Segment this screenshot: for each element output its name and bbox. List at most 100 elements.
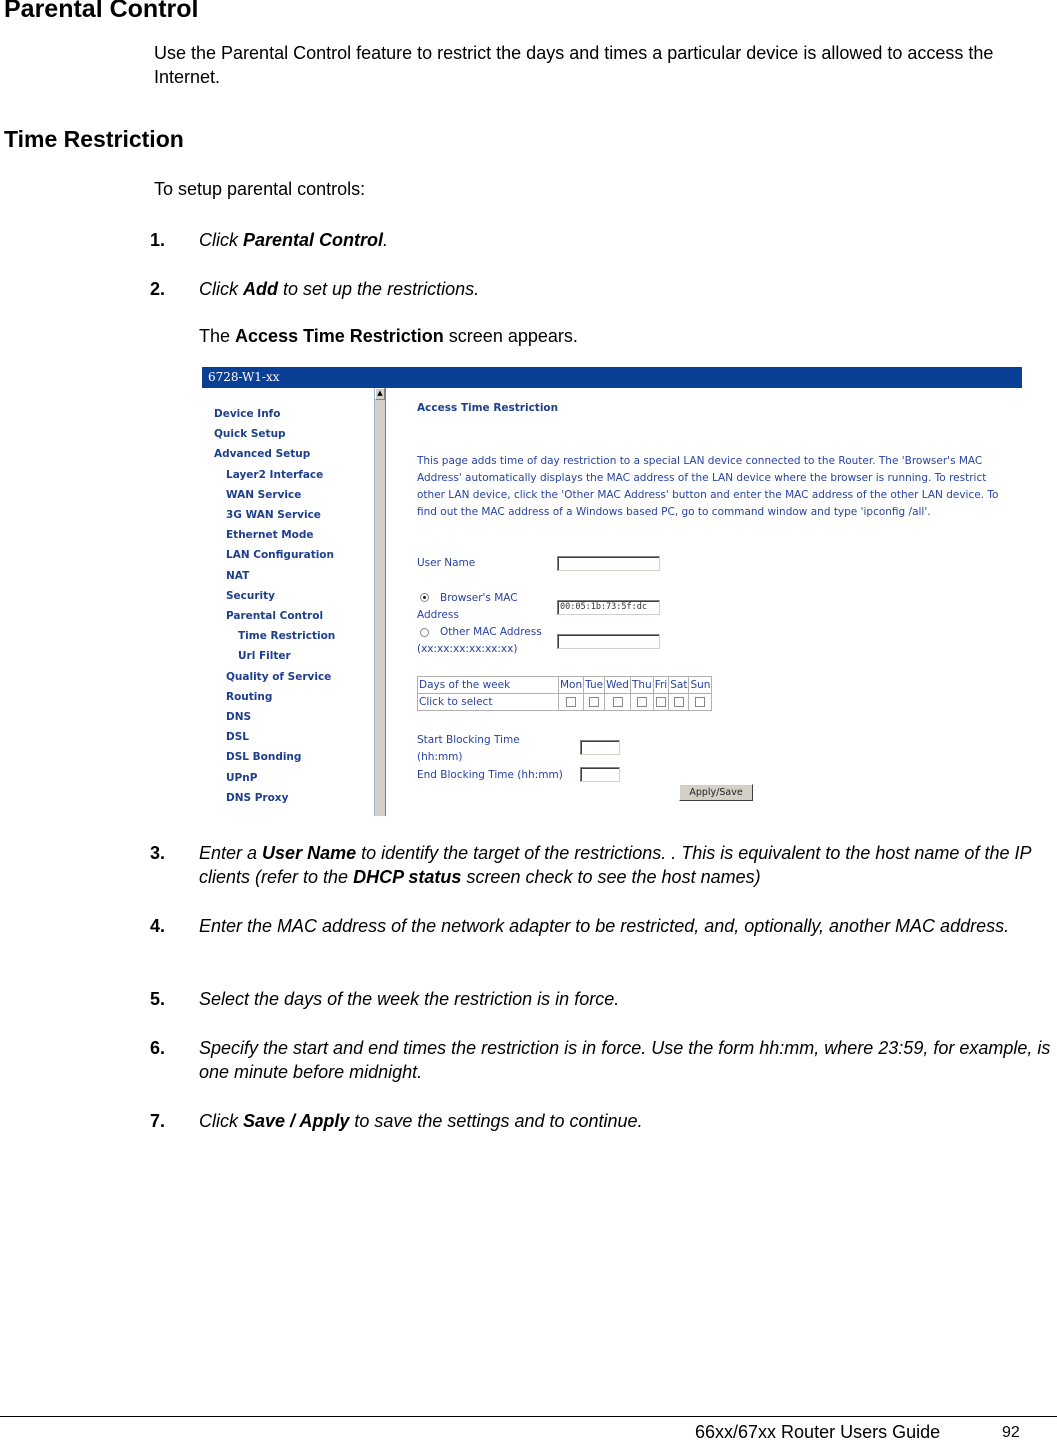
sidebar-scrollbar[interactable]: ▲ [374,388,386,816]
sidebar-item-layer2-interface[interactable]: Layer2 Interface [226,469,323,481]
sidebar-item-dsl[interactable]: DSL [226,731,249,743]
sidebar-item-time-restriction[interactable]: Time Restriction [238,630,335,642]
end-time-input[interactable] [580,767,620,782]
other-mac-hint: (xx:xx:xx:xx:xx:xx) [417,643,518,655]
step-emphasis: Add [243,279,278,299]
sidebar-item-security[interactable]: Security [226,590,275,602]
browser-mac-radio[interactable] [420,593,429,602]
scroll-up-arrow-icon[interactable]: ▲ [375,388,385,400]
step-text: Click Add to set up the restrictions. [199,277,1054,301]
sidebar-nav: Device Info Quick Setup Advanced Setup Laye… [202,388,374,816]
sidebar-item-routing[interactable]: Routing [226,691,272,703]
appears-bold: Access Time Restriction [235,326,444,346]
step-text-part: screen check to see the host names) [461,867,761,887]
sidebar-item-advanced-setup[interactable]: Advanced Setup [214,448,310,460]
day-cell-sun [688,693,713,711]
step-text-part: Select the days of the week the restrict… [199,989,620,1009]
step-number: 3. [150,843,166,863]
sidebar-item-3g-wan-service[interactable]: 3G WAN Service [226,509,321,521]
apply-save-button[interactable]: Apply/Save [679,784,753,801]
intro-paragraph: Use the Parental Control feature to rest… [154,43,994,87]
step-text: Select the days of the week the restrict… [199,987,1054,1011]
days-row-label: Click to select [417,693,559,711]
sidebar-item-wan-service[interactable]: WAN Service [226,489,301,501]
other-mac-label: Other MAC Address [440,626,542,638]
window-title-bar: 6728-W1-xx [202,367,1022,388]
other-mac-input[interactable] [557,634,660,649]
start-time-format: (hh:mm) [417,751,463,763]
sidebar-item-nat[interactable]: NAT [226,570,249,582]
step-text-part: to save the settings and to continue. [349,1111,643,1131]
section-heading: Time Restriction [4,126,184,152]
step-emphasis: User Name [262,843,357,863]
step-text: Click Save / Apply to save the settings … [199,1109,1054,1133]
sidebar-item-url-filter[interactable]: Url Filter [238,650,291,662]
day-checkbox-fri[interactable] [655,697,666,707]
day-checkbox-wed[interactable] [612,697,623,707]
day-checkbox-thu[interactable] [636,697,647,707]
days-select-row: Click to select [417,693,713,711]
step-number: 2. [150,279,166,299]
day-header-tue: Tue [583,676,606,694]
screen-appears-text: The Access Time Restriction screen appea… [199,326,578,347]
step-text: Enter a User Name to identify the target… [199,841,1054,889]
start-time-input[interactable] [580,740,620,755]
end-time-label: End Blocking Time (hh:mm) [417,769,563,781]
appears-pre: The [199,326,236,346]
step-text-part: Specify the start and end times the rest… [199,1038,1051,1082]
step-text-part: Click [199,1111,243,1131]
setup-text: To setup parental controls: [154,179,366,199]
day-header-sun: Sun [688,676,713,694]
step-number: 1. [150,230,166,250]
days-table: Days of the week Mon Tue Wed Thu Fri Sat Sun C… [417,676,713,711]
day-checkbox-sun[interactable] [695,697,706,707]
step-text-part: . [383,230,389,250]
day-cell-thu [629,693,654,711]
step-text-part: to set up the restrictions. [278,279,480,299]
day-cell-mon [557,693,585,711]
sidebar-item-lan-configuration[interactable]: LAN Configuration [226,549,334,561]
step-text-part: Enter a [199,843,263,863]
day-header-fri: Fri [652,676,670,694]
router-screenshot: 6728-W1-xx Device Info Quick Setup Advance… [202,367,1022,816]
step-emphasis: Parental Control [243,230,384,250]
step-text-part: Enter the MAC address of the network ada… [199,916,1010,936]
page-number: 92 [1002,1424,1020,1441]
sidebar-item-upnp[interactable]: UPnP [226,772,257,784]
sidebar-item-device-info[interactable]: Device Info [214,408,280,420]
step-text: Click Parental Control. [199,228,1054,252]
other-mac-radio[interactable] [420,628,429,637]
day-checkbox-mon[interactable] [566,697,577,707]
days-header-row: Days of the week Mon Tue Wed Thu Fri Sat Sun [417,676,713,694]
page-heading: Parental Control [4,0,199,23]
day-checkbox-sat[interactable] [673,697,684,707]
step-text-part: Click [199,279,243,299]
sidebar-item-quality-of-service[interactable]: Quality of Service [226,671,331,683]
sidebar-item-dsl-bonding[interactable]: DSL Bonding [226,751,301,763]
day-cell-wed [604,693,631,711]
sidebar-item-dns[interactable]: DNS [226,711,251,723]
sidebar-item-dns-proxy[interactable]: DNS Proxy [226,792,288,804]
sidebar-item-ethernet-mode[interactable]: Ethernet Mode [226,529,314,541]
footer-title: 66xx/67xx Router Users Guide [695,1422,941,1442]
step-text-part: Click [199,230,243,250]
sidebar-item-parental-control[interactable]: Parental Control [226,610,323,622]
browser-mac-label: Browser's MAC [440,592,518,604]
day-header-thu: Thu [629,676,654,694]
step-emphasis: DHCP status [353,867,462,887]
days-header-label: Days of the week [417,676,559,694]
step-number: 7. [150,1111,166,1131]
content-title: Access Time Restriction [417,402,559,414]
browser-mac-input[interactable]: 00:05:1b:73:5f:dc [557,600,660,615]
start-time-label: Start Blocking Time [417,734,520,746]
day-header-wed: Wed [604,676,631,694]
day-header-mon: Mon [557,676,585,694]
step-text: Enter the MAC address of the network ada… [199,914,1054,938]
user-name-input[interactable] [557,556,660,571]
day-checkbox-tue[interactable] [589,697,600,707]
main-content: Access Time Restriction This page adds t… [417,388,1017,816]
sidebar-item-quick-setup[interactable]: Quick Setup [214,428,286,440]
step-number: 6. [150,1038,166,1058]
user-name-label: User Name [417,557,476,569]
footer-divider [0,1416,1057,1417]
